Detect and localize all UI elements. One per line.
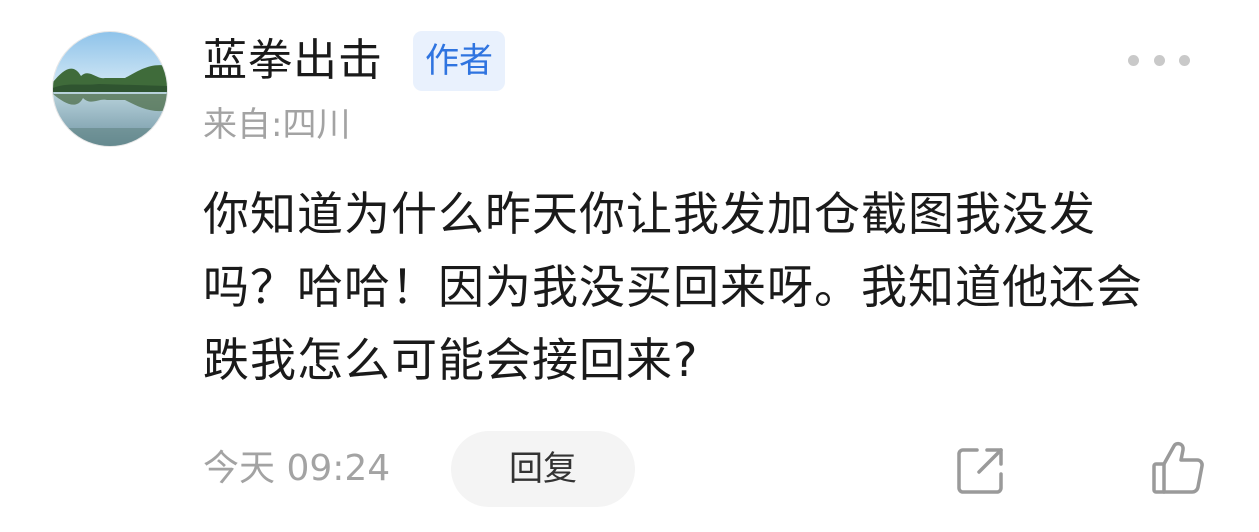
more-dots-icon bbox=[1179, 54, 1190, 66]
comment-line: 你知道为什么昨天你让我发加仓截图我没发 bbox=[203, 187, 1096, 241]
more-dots-icon bbox=[1153, 54, 1165, 66]
username[interactable]: 蓝拳出击 bbox=[203, 34, 383, 88]
like-button[interactable] bbox=[1148, 438, 1208, 498]
reply-button[interactable]: 回复 bbox=[451, 431, 635, 507]
comment-card: 蓝拳出击 作者 来自:四川 你知道为什么昨天你让我发加仓截图我没发 吗？哈哈！因… bbox=[0, 0, 1259, 532]
author-badge: 作者 bbox=[413, 31, 505, 91]
more-options-button[interactable] bbox=[1128, 46, 1190, 74]
thumbs-up-icon bbox=[1152, 441, 1204, 494]
timestamp: 今天 09:24 bbox=[203, 448, 391, 489]
comment-line: 跌我怎么可能会接回来? bbox=[203, 333, 699, 387]
share-button[interactable] bbox=[953, 442, 1009, 498]
share-icon bbox=[957, 448, 1003, 494]
avatar-lake-landscape-icon bbox=[53, 32, 167, 146]
comment-body: 你知道为什么昨天你让我发加仓截图我没发 吗？哈哈！因为我没买回来呀。我知道他还会… bbox=[203, 178, 1213, 397]
more-dots-icon bbox=[1128, 54, 1139, 66]
location-label: 来自:四川 bbox=[203, 105, 351, 145]
avatar[interactable] bbox=[52, 31, 168, 147]
comment-line: 吗？哈哈！因为我没买回来呀。我知道他还会 bbox=[203, 260, 1143, 314]
